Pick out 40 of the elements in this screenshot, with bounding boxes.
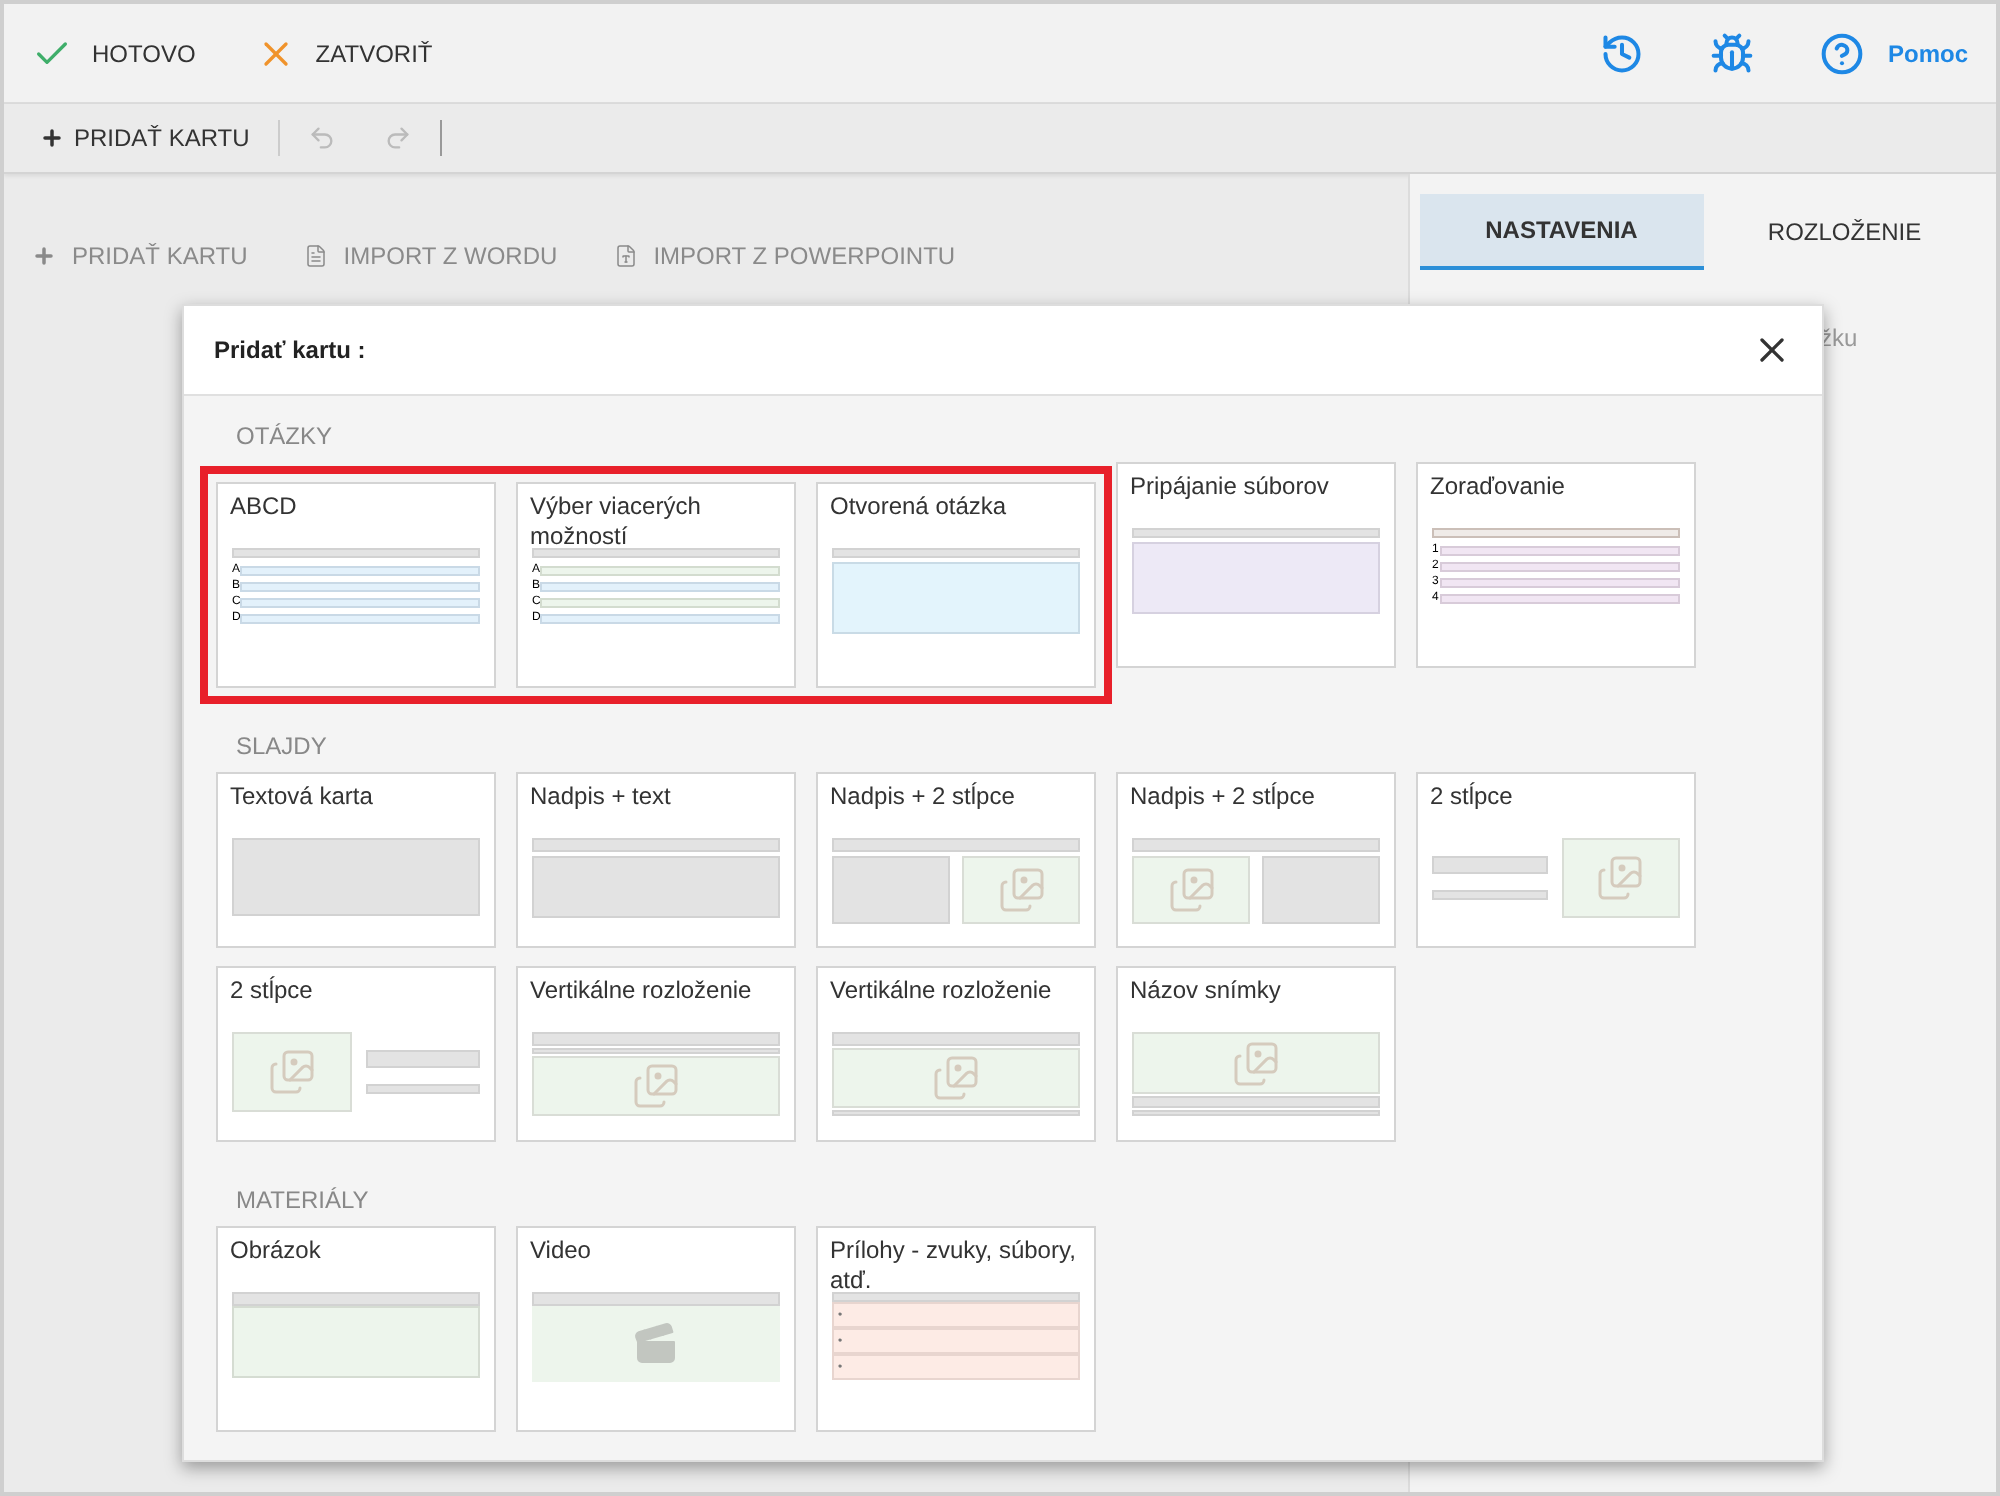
- document-icon: [303, 244, 328, 268]
- card-type-tile[interactable]: Nadpis + 2 stĺpce: [1116, 772, 1396, 948]
- card-type-tile[interactable]: Vertikálne rozloženie: [516, 966, 796, 1142]
- done-button[interactable]: HOTOVO: [32, 33, 196, 73]
- section-heading: SLAJDY: [234, 732, 329, 764]
- card-type-tile[interactable]: Vertikálne rozloženie: [816, 966, 1096, 1142]
- history-icon-button[interactable]: [1599, 31, 1644, 75]
- text-placeholder: [365, 1050, 480, 1068]
- card-type-tile[interactable]: Nadpis + text: [516, 772, 796, 948]
- panel-tab[interactable]: NASTAVENIA: [1420, 194, 1703, 270]
- help-icon: [1819, 31, 1864, 75]
- card-type-tile[interactable]: Názov snímky: [1116, 966, 1396, 1142]
- card-type-tile[interactable]: Pripájanie súborov: [1116, 462, 1396, 668]
- history-icon: [1599, 31, 1644, 75]
- text-placeholder: [832, 856, 950, 924]
- text-placeholder: [1432, 856, 1547, 874]
- bug-icon: [1709, 31, 1754, 75]
- help-icon-button[interactable]: [1819, 31, 1864, 75]
- bug-icon-button[interactable]: [1709, 31, 1754, 75]
- add-card-button[interactable]: PRIDAŤ KARTU: [40, 120, 250, 156]
- card-type-tile[interactable]: Otvorená otázka: [816, 482, 1096, 688]
- section-heading: MATERIÁLY: [234, 1186, 371, 1218]
- undo-icon: [307, 124, 336, 152]
- redo-icon: [383, 124, 412, 152]
- plus-icon: [40, 126, 64, 150]
- dialog-title: Pridať kartu :: [214, 334, 366, 368]
- panel-tab[interactable]: ROZLOŽENIE: [1703, 194, 1986, 270]
- text-placeholder: [365, 1084, 480, 1094]
- card-type-tile[interactable]: 2 stĺpce: [1416, 772, 1696, 948]
- card-type-tile[interactable]: Textová karta: [216, 772, 496, 948]
- card-type-tile[interactable]: Video: [516, 1226, 796, 1432]
- section-heading: OTÁZKY: [234, 422, 335, 454]
- text-placeholder: [1432, 890, 1547, 900]
- card-type-tile[interactable]: Nadpis + 2 stĺpce: [816, 772, 1096, 948]
- card-type-tile[interactable]: 2 stĺpce: [216, 966, 496, 1142]
- card-type-tile[interactable]: Obrázok: [216, 1226, 496, 1432]
- plus-icon: [32, 244, 56, 268]
- document-icon: [613, 244, 638, 268]
- close-button[interactable]: ZATVORIŤ: [255, 33, 433, 73]
- text-placeholder: [1262, 856, 1380, 924]
